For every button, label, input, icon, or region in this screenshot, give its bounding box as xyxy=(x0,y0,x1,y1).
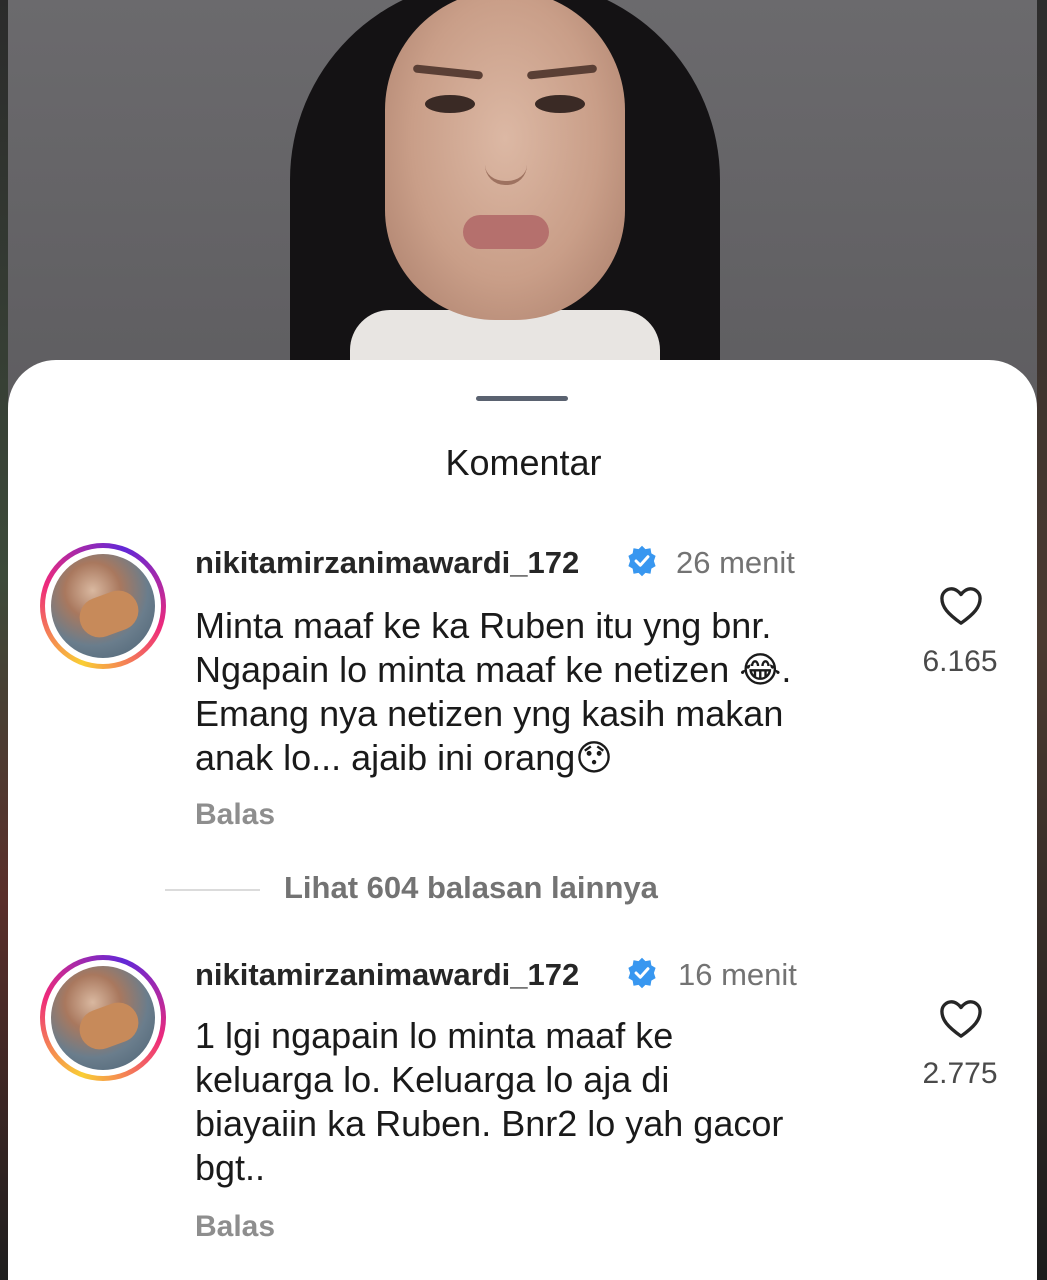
comment-text: Minta maaf ke ka Ruben itu yng bnr. Ngap… xyxy=(195,605,792,778)
replies-divider xyxy=(165,889,260,891)
comment-time: 26 menit xyxy=(676,545,795,580)
portrait-brow-left xyxy=(412,64,484,80)
portrait-image xyxy=(290,0,720,400)
portrait-lips xyxy=(463,215,549,249)
comment-text: 1 lgi ngapain lo minta maaf ke keluarga … xyxy=(195,1015,784,1188)
comment-time: 16 menit xyxy=(678,957,797,992)
portrait-nose xyxy=(485,155,527,185)
avatar-border xyxy=(45,960,161,1076)
comment-username[interactable]: nikitamirzanimawardi_172 xyxy=(195,545,579,581)
background-edge-right xyxy=(1037,0,1047,1280)
like-count: 2.775 xyxy=(922,1057,998,1090)
comment-username[interactable]: nikitamirzanimawardi_172 xyxy=(195,957,579,993)
sheet-drag-handle[interactable] xyxy=(476,396,568,401)
like-count: 6.165 xyxy=(922,645,998,678)
portrait-eye-right xyxy=(535,95,585,113)
verified-badge-icon xyxy=(628,545,656,577)
view-more-replies-button[interactable]: Lihat 604 balasan lainnya xyxy=(284,870,658,906)
heart-icon[interactable] xyxy=(938,998,984,1040)
reply-button[interactable]: Balas xyxy=(195,1210,275,1244)
reply-button[interactable]: Balas xyxy=(195,798,275,832)
verified-badge-icon xyxy=(628,957,656,989)
avatar[interactable] xyxy=(40,955,166,1081)
avatar-border xyxy=(45,548,161,664)
avatar[interactable] xyxy=(40,543,166,669)
avatar-image xyxy=(51,966,155,1070)
portrait-eye-left xyxy=(425,95,475,113)
heart-icon[interactable] xyxy=(938,585,984,627)
background-edge-left xyxy=(0,0,8,1280)
sheet-title: Komentar xyxy=(445,442,602,483)
portrait-face xyxy=(385,0,625,320)
avatar-image xyxy=(51,554,155,658)
portrait-brow-right xyxy=(526,64,598,80)
